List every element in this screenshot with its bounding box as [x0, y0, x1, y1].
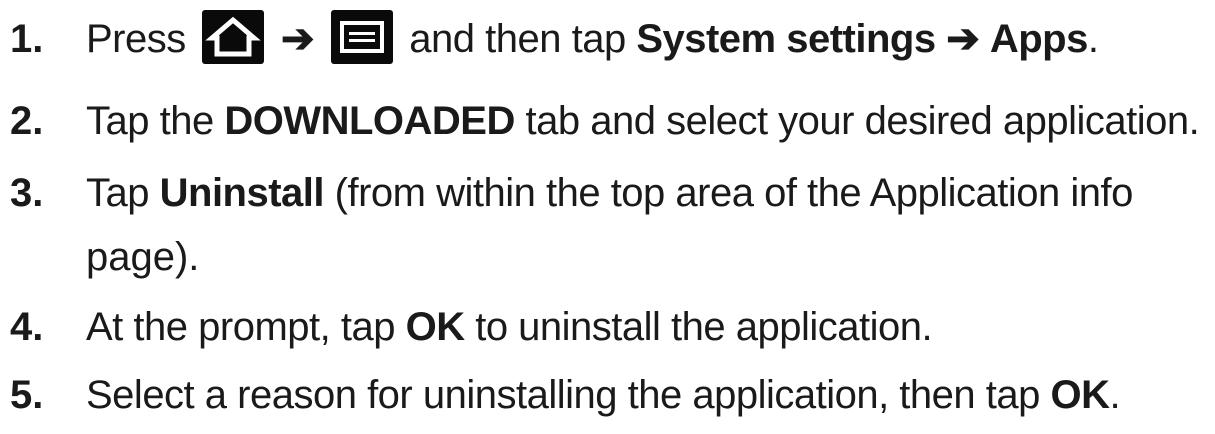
- step-text-continuation: page).: [86, 235, 200, 279]
- step-number: 4.: [10, 305, 44, 349]
- step-text-post: (from within the top area of the Applica…: [334, 171, 1134, 215]
- bold-system-settings: System settings: [636, 17, 936, 61]
- step-text: Tap the DOWNLOADED tab and select your d…: [86, 88, 1200, 154]
- bold-ok: OK: [1050, 373, 1111, 417]
- instruction-list: 1. Press ➔ and then tap System settings …: [0, 0, 1215, 434]
- step-text-post: tab and select your desired application.: [525, 99, 1200, 143]
- step-text-pre: Press: [86, 17, 186, 61]
- step-number: 3.: [10, 171, 44, 215]
- step-text-post: .: [1087, 17, 1099, 61]
- step-text-pre: Tap: [86, 171, 150, 215]
- menu-icon: [330, 10, 393, 65]
- step-text: Tap Uninstall (from within the top area …: [86, 160, 1133, 226]
- step-number: 1.: [10, 17, 44, 61]
- arrow-icon: ➔: [281, 17, 315, 61]
- step-text-pre: Tap the: [86, 99, 214, 143]
- step-text-post: to uninstall the application.: [475, 305, 933, 349]
- step-text: At the prompt, tap OK to uninstall the a…: [86, 294, 933, 360]
- step-text-post: .: [1109, 373, 1121, 417]
- step-number: 2.: [10, 99, 44, 143]
- bold-ok: OK: [405, 305, 466, 349]
- bold-apps: Apps: [989, 17, 1089, 61]
- home-icon: [202, 10, 265, 65]
- step-text: Select a reason for uninstalling the app…: [86, 362, 1121, 428]
- step-text: Press ➔ and then tap System settings ➔ A…: [86, 6, 1099, 72]
- step-text-mid: and then tap: [409, 17, 626, 61]
- bold-uninstall: Uninstall: [159, 171, 325, 215]
- step-text-pre: Select a reason for uninstalling the app…: [86, 373, 1040, 417]
- step-text-pre: At the prompt, tap: [86, 305, 395, 349]
- arrow-icon: ➔: [946, 17, 980, 61]
- step-number: 5.: [10, 373, 44, 417]
- bold-downloaded: DOWNLOADED: [224, 99, 515, 143]
